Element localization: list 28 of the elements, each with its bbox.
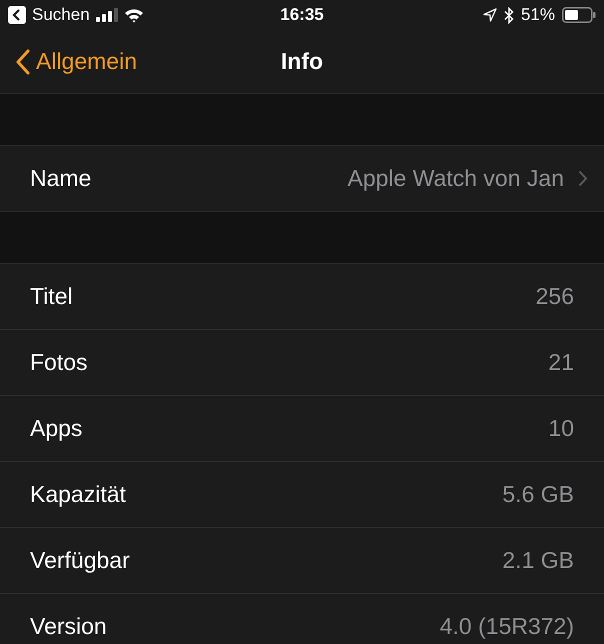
bluetooth-icon [504,6,514,24]
row-value: 4.0 (15R372) [440,613,574,640]
wifi-icon [124,8,144,22]
row-label: Version [30,613,107,640]
chevron-left-icon [16,48,30,74]
row-label: Verfügbar [30,547,130,574]
back-button[interactable]: Allgemein [0,47,143,76]
clock-time: 16:35 [280,5,324,24]
row-value: Apple Watch von Jan [348,165,564,192]
row-label: Kapazität [30,481,126,508]
row-value: 10 [548,415,574,442]
chevron-right-icon [578,170,588,187]
battery-icon [562,7,596,23]
location-arrow-icon [482,8,497,22]
battery-percentage: 51% [520,5,555,25]
page-title: Info [280,48,324,75]
row-value: 256 [536,283,574,310]
back-app-icon[interactable] [8,6,26,24]
row-value: 21 [548,349,574,376]
back-app-label[interactable]: Suchen [32,5,90,25]
name-row[interactable]: Name Apple Watch von Jan [0,146,604,211]
row-value: 5.6 GB [502,481,574,508]
row-label: Apps [30,415,82,442]
row-value: 2.1 GB [502,547,574,574]
row-label: Name [30,165,92,192]
row-label: Titel [30,283,73,310]
signal-icon [96,8,118,22]
row-label: Fotos [30,349,88,376]
